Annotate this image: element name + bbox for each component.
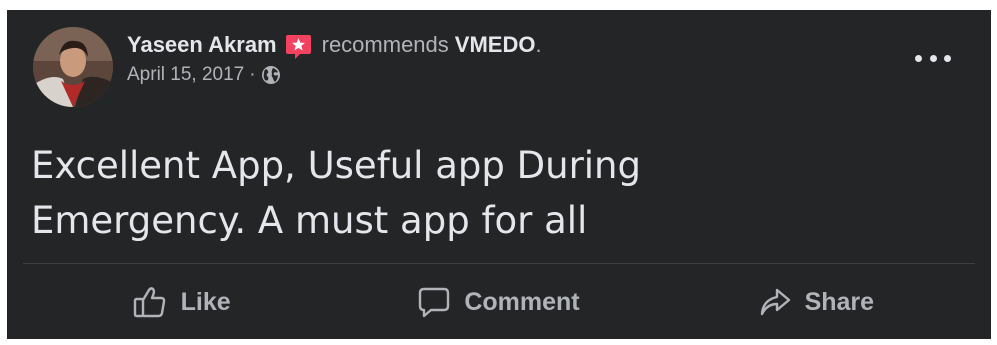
headline-period: .	[535, 32, 542, 57]
like-label: Like	[180, 287, 231, 316]
post-card: Yaseen Akram recommends VMEDO. April 15,…	[7, 10, 991, 339]
comment-button[interactable]: Comment	[340, 272, 657, 332]
post-header: Yaseen Akram recommends VMEDO. April 15,…	[127, 30, 911, 86]
page-name-link[interactable]: VMEDO	[455, 30, 536, 60]
recommendation-star-icon	[285, 33, 312, 60]
more-dot	[915, 54, 922, 62]
comment-label: Comment	[464, 287, 580, 316]
more-dot	[944, 54, 951, 62]
post-headline: Yaseen Akram recommends VMEDO.	[127, 30, 911, 60]
post-actions: Like Comment Share	[23, 272, 975, 332]
like-button[interactable]: Like	[23, 272, 340, 332]
share-button[interactable]: Share	[658, 272, 975, 332]
divider	[23, 263, 975, 264]
more-dot	[929, 54, 937, 62]
meta-separator: ·	[249, 64, 256, 85]
post-meta: April 15, 2017 ·	[127, 64, 911, 86]
more-options-icon[interactable]	[915, 48, 951, 68]
author-name[interactable]: Yaseen Akram	[127, 30, 277, 60]
thumbs-up-icon	[133, 287, 165, 318]
avatar[interactable]	[33, 27, 113, 107]
globe-icon[interactable]	[261, 65, 281, 85]
action-verb: recommends	[321, 32, 449, 57]
post-text: Excellent App, Useful app During Emergen…	[31, 138, 931, 248]
post-date[interactable]: April 15, 2017	[127, 64, 244, 86]
post-text-line: Emergency. A must app for all	[31, 199, 588, 242]
share-label: Share	[804, 287, 875, 316]
comment-bubble-icon	[419, 287, 450, 318]
share-arrow-icon	[760, 288, 790, 316]
post-text-line: Excellent App, Useful app During	[31, 144, 641, 187]
